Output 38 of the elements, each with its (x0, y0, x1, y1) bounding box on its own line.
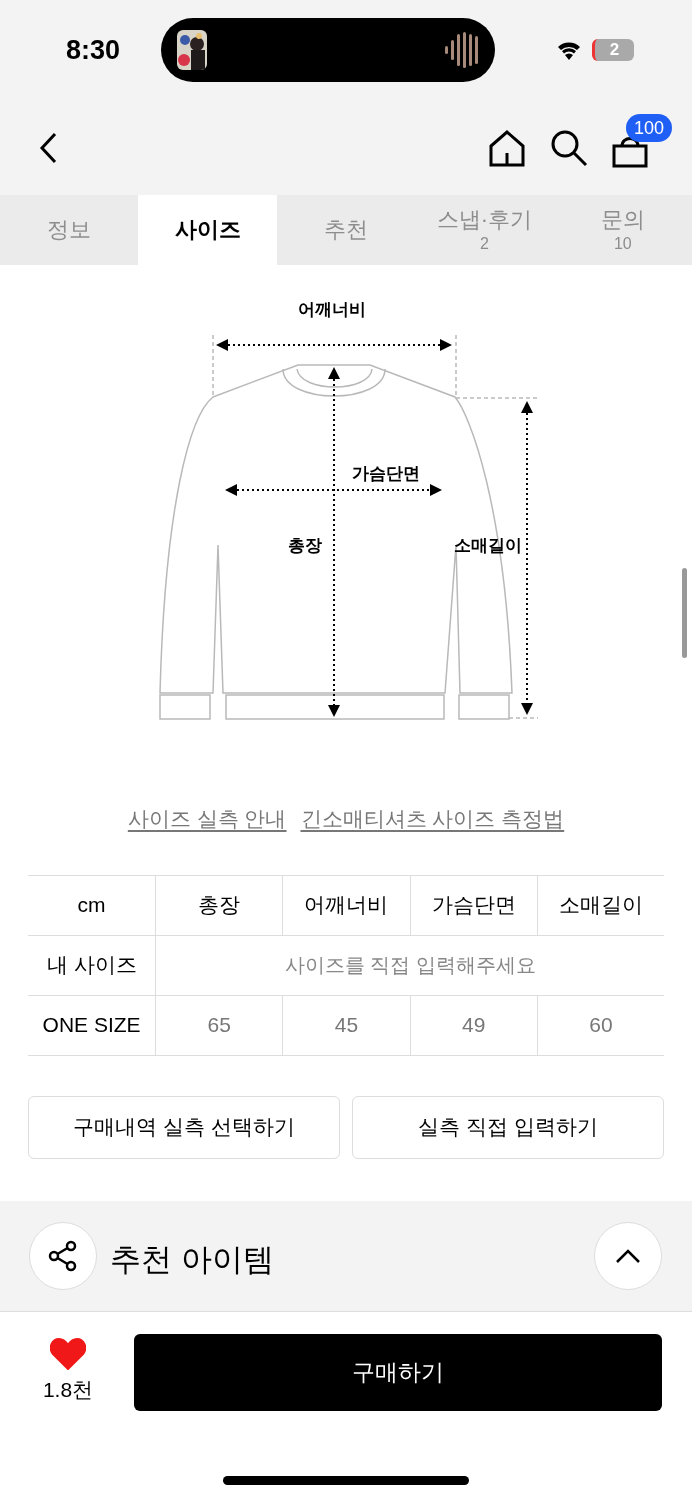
table-header-cell: 총장 (155, 875, 283, 935)
table-cell: 49 (409, 995, 537, 1055)
measurement-label: 총장 (288, 535, 322, 557)
measurement-label: 소매길이 (454, 535, 522, 557)
table-header-cell: 어깨너비 (282, 875, 410, 935)
measurement-button[interactable]: 구매내역 실측 선택하기 (28, 1095, 340, 1159)
table-header-cell: 가슴단면 (409, 875, 537, 935)
guide-link[interactable]: 긴소매티셔츠 사이즈 측정법 (300, 803, 565, 835)
wifi-icon (556, 40, 582, 60)
tab[interactable]: 정보 (0, 195, 139, 265)
table-row-header: 내 사이즈 (45, 952, 138, 979)
guide-link[interactable]: 사이즈 실측 안내 (127, 803, 287, 835)
table-row-header: ONE SIZE (41, 1012, 142, 1039)
home-icon[interactable] (488, 128, 526, 167)
table-cell: 65 (155, 995, 283, 1055)
table-cell: 45 (282, 995, 410, 1055)
table-header-cell-text: cm (76, 892, 107, 919)
like-count: 1.8천 (42, 1377, 94, 1404)
share-icon (47, 1240, 79, 1272)
tab[interactable]: 스냅·후기 2 (415, 195, 554, 265)
search-icon[interactable] (550, 128, 588, 167)
status-time: 8:30 (66, 33, 121, 67)
measurement-button[interactable]: 실측 직접 입력하기 (352, 1095, 664, 1159)
chevron-up-icon (615, 1248, 641, 1264)
heart-icon[interactable] (50, 1338, 86, 1371)
tab[interactable]: 문의 10 (553, 195, 692, 265)
battery-icon: 2 (592, 39, 634, 61)
tab[interactable]: 사이즈 (138, 195, 277, 265)
table-cell: 60 (536, 995, 664, 1055)
measurement-label: 가슴단면 (352, 463, 420, 485)
tab[interactable]: 추천 (276, 195, 416, 265)
cart-count-badge: 100 (626, 113, 673, 142)
my-size-input-field[interactable]: 사이즈를 직접 입력해주세요 (155, 935, 664, 995)
measurement-label: 어깨너비 (298, 299, 366, 321)
audio-wave-icon (443, 32, 479, 68)
section-title: 추천 아이템 (110, 1241, 274, 1280)
buy-button[interactable]: 구매하기 (134, 1333, 662, 1411)
table-header-cell: 소매길이 (536, 875, 664, 935)
